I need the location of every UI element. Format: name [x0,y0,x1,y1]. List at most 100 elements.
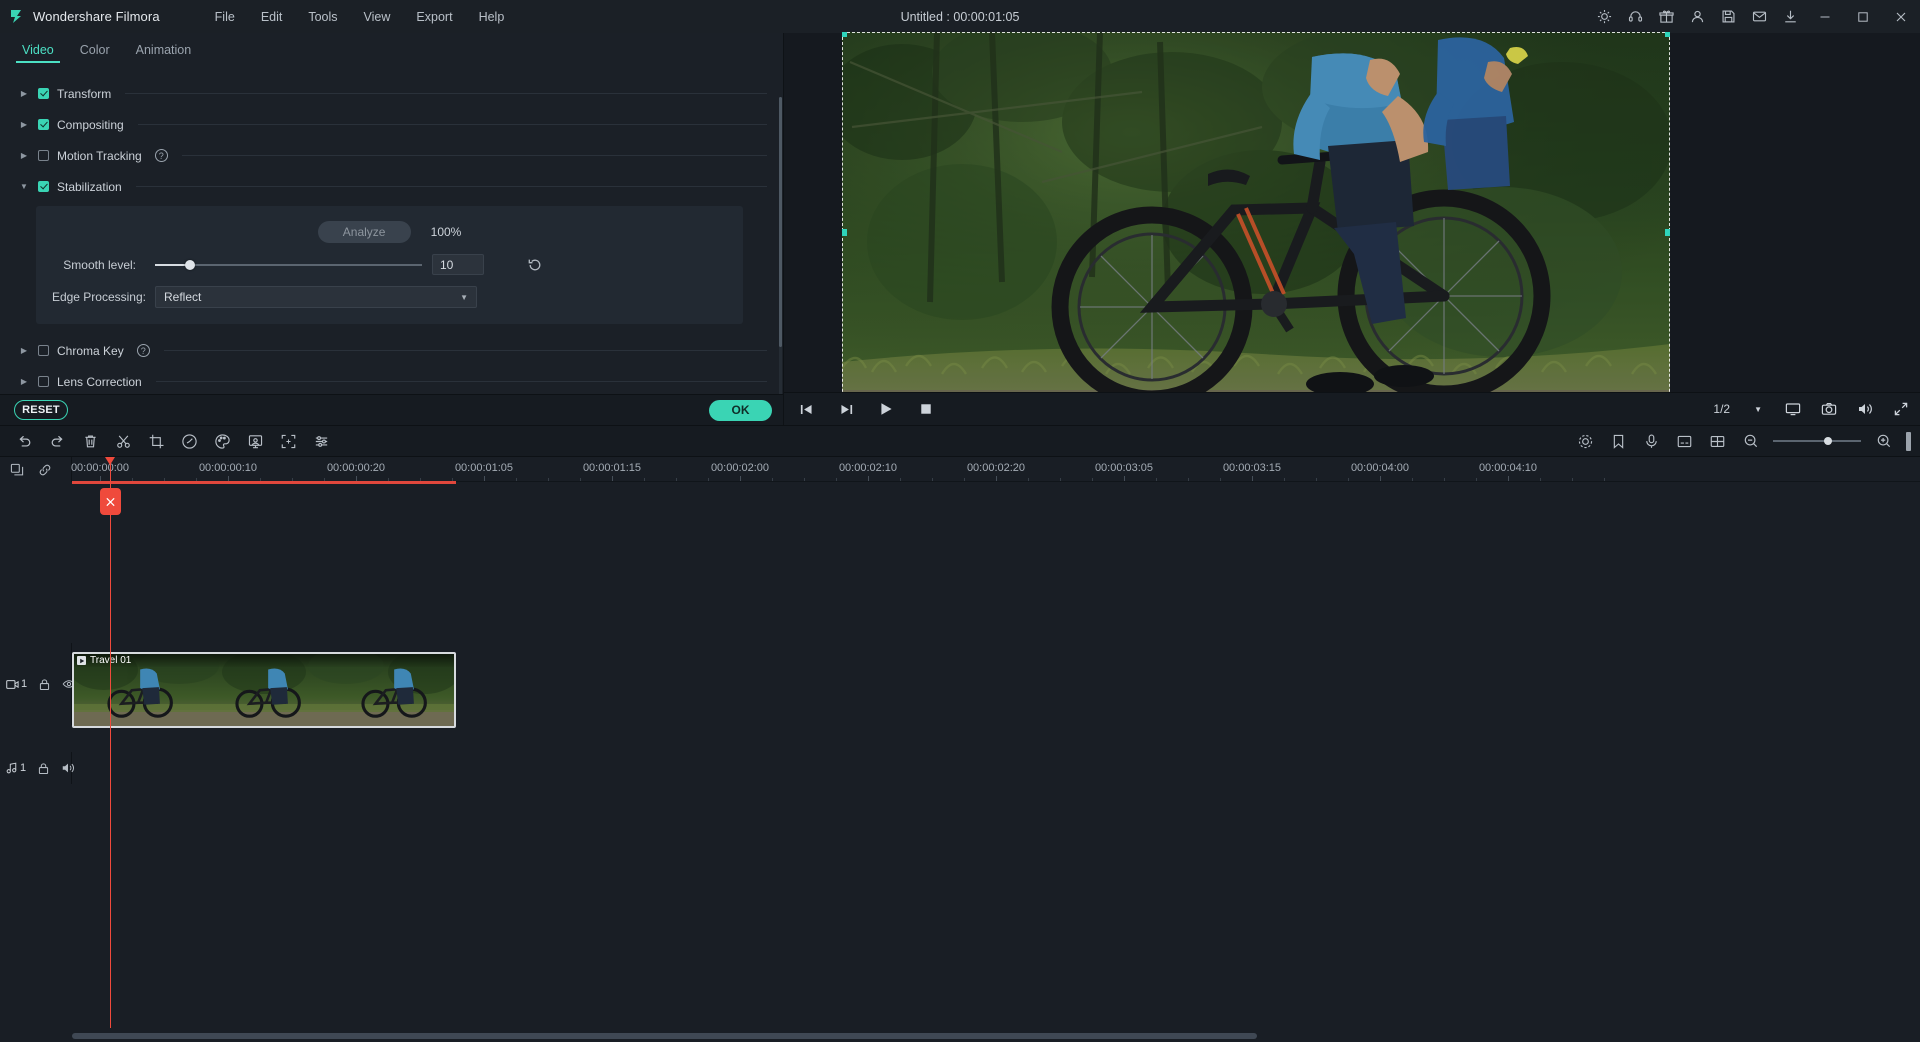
preview-zoom-select[interactable]: 1/2 ▼ [1707,400,1768,418]
download-icon[interactable] [1775,0,1806,33]
window-minimize-button[interactable] [1806,0,1844,33]
scrollbar-thumb[interactable] [72,1033,1257,1039]
crop-to-fit-icon[interactable] [272,426,305,456]
properties-scrollbar[interactable] [779,97,782,425]
volume-icon[interactable] [1854,398,1876,420]
expand-arrow-icon[interactable] [16,374,32,390]
zoom-knob[interactable] [1823,437,1832,445]
tab-video[interactable]: Video [12,38,64,63]
settings-target-icon[interactable] [1569,426,1602,456]
help-icon[interactable]: ? [136,344,150,357]
window-close-button[interactable] [1882,0,1920,33]
smooth-level-value-input[interactable]: 10 [432,254,484,275]
fullscreen-monitor-icon[interactable] [1782,398,1804,420]
menu-view[interactable]: View [351,5,404,29]
redo-icon[interactable] [41,426,74,456]
ok-button[interactable]: OK [709,399,772,421]
reset-rotate-icon[interactable] [527,257,543,273]
subtitle-icon[interactable] [1668,426,1701,456]
ruler-tick-major [740,476,741,481]
ruler-tick-minor [1188,478,1189,481]
transform-checkbox[interactable] [38,88,49,99]
menu-help[interactable]: Help [466,5,518,29]
collapse-arrow-icon[interactable] [16,179,32,195]
snapshot-camera-icon[interactable] [1818,398,1840,420]
ruler-tick-minor [836,478,837,481]
timeline-horizontal-scrollbar[interactable] [72,1033,1910,1039]
expand-arrow-icon[interactable] [16,86,32,102]
mail-icon[interactable] [1744,0,1775,33]
add-track-icon[interactable] [10,463,24,477]
smooth-level-slider[interactable] [155,258,422,272]
analyze-button[interactable]: Analyze [317,221,411,243]
gift-icon[interactable] [1651,0,1682,33]
delete-icon[interactable] [74,426,107,456]
timeline-clip-travel-01[interactable]: Travel 01 [72,652,456,728]
color-palette-icon[interactable] [206,426,239,456]
expand-arrow-icon[interactable] [16,148,32,164]
link-icon[interactable] [38,463,52,477]
property-row-compositing[interactable]: Compositing [0,109,783,140]
expand-icon[interactable] [1890,398,1912,420]
video-frame-image [842,32,1670,432]
video-preview[interactable] [842,32,1670,432]
adjust-sliders-icon[interactable] [305,426,338,456]
tab-animation[interactable]: Animation [126,38,202,63]
split-screen-icon[interactable] [1701,426,1734,456]
track-header-video-1: 1 [0,643,76,725]
timeline-ruler[interactable]: 00:00:00:00 00:00:00:10 00:00:00:20 00:00:0… [71,457,1920,482]
record-voiceover-icon[interactable] [1635,426,1668,456]
menu-file[interactable]: File [202,5,248,29]
menu-tools[interactable]: Tools [295,5,350,29]
play-button[interactable] [875,398,897,420]
undo-icon[interactable] [8,426,41,456]
slider-knob[interactable] [184,259,195,270]
clip-name-bar: Travel 01 [74,654,454,667]
next-frame-button[interactable] [835,398,857,420]
split-scissors-icon[interactable] [107,426,140,456]
stop-button[interactable] [915,398,937,420]
compositing-checkbox[interactable] [38,119,49,130]
zoom-in-icon[interactable] [1867,426,1900,456]
account-icon[interactable] [1682,0,1713,33]
expand-arrow-icon[interactable] [16,117,32,133]
lens-correction-checkbox[interactable] [38,376,49,387]
property-row-chroma-key[interactable]: Chroma Key ? [0,335,783,366]
brightness-icon[interactable] [1589,0,1620,33]
help-icon[interactable]: ? [154,149,168,162]
chroma-key-checkbox[interactable] [38,345,49,356]
lock-icon[interactable] [38,678,51,691]
edge-processing-select[interactable]: Reflect ▼ [155,286,477,308]
property-row-transform[interactable]: Transform [0,78,783,109]
property-row-lens-correction[interactable]: Lens Correction [0,366,783,397]
property-row-stabilization[interactable]: Stabilization [0,171,783,202]
save-icon[interactable] [1713,0,1744,33]
menu-export[interactable]: Export [403,5,465,29]
crop-icon[interactable] [140,426,173,456]
tab-color[interactable]: Color [70,38,120,63]
speaker-icon[interactable] [61,761,75,775]
zoom-out-icon[interactable] [1734,426,1767,456]
analyze-row: Analyze 100% [36,221,743,243]
lock-icon[interactable] [37,762,50,775]
motion-tracking-checkbox[interactable] [38,150,49,161]
window-maximize-button[interactable] [1844,0,1882,33]
menu-edit[interactable]: Edit [248,5,296,29]
ruler-tick-minor [932,478,933,481]
stabilization-checkbox[interactable] [38,181,49,192]
timeline-zoom-slider[interactable] [1773,434,1861,448]
speed-icon[interactable] [173,426,206,456]
scrollbar-thumb[interactable] [779,97,782,347]
render-preview-bar[interactable] [1906,431,1911,451]
expand-arrow-icon[interactable] [16,343,32,359]
property-row-motion-tracking[interactable]: Motion Tracking ? [0,140,783,171]
ruler-tick-minor [772,478,773,481]
titlebar-icon-group [1589,0,1920,33]
headset-support-icon[interactable] [1620,0,1651,33]
prev-frame-button[interactable] [795,398,817,420]
green-screen-icon[interactable] [239,426,272,456]
playhead-handle[interactable] [100,488,121,515]
timeline-playhead[interactable] [100,457,121,1028]
marker-icon[interactable] [1602,426,1635,456]
reset-button[interactable]: RESET [14,400,68,420]
